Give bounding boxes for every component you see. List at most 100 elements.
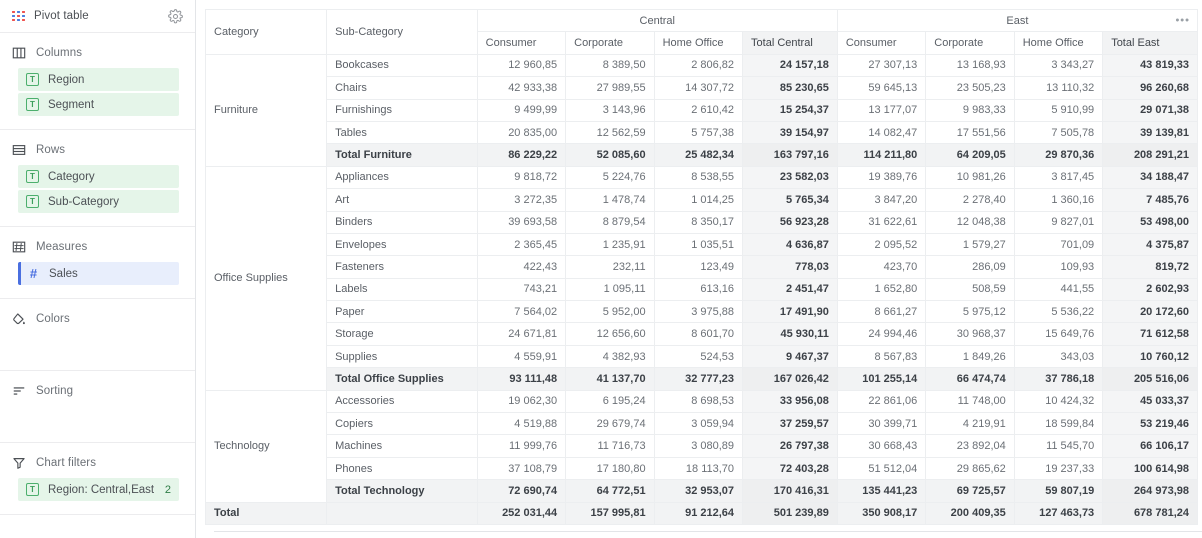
- row-subcategory[interactable]: Appliances: [326, 165, 478, 190]
- cell-value: 51 512,04: [836, 456, 927, 481]
- column-header-central-consumer[interactable]: Consumer: [476, 31, 567, 55]
- cell-value: 286,09: [925, 255, 1015, 279]
- cell-total-value: 7 485,76: [1102, 188, 1198, 212]
- cell-value: 59 807,19: [1013, 479, 1104, 503]
- group-header-central[interactable]: Central: [476, 8, 838, 33]
- table-row[interactable]: Chairs 42 933,38 27 989,55 14 307,72 85 …: [206, 76, 1198, 100]
- row-category-technology[interactable]: Technology: [204, 389, 328, 503]
- grand-total-label: Total: [204, 501, 328, 525]
- row-subcategory[interactable]: Labels: [326, 277, 478, 302]
- subtotal-row-office-supplies[interactable]: Total Office Supplies 93 111,48 41 137,7…: [206, 367, 1198, 391]
- row-subcategory[interactable]: Tables: [326, 120, 478, 145]
- cell-value: 157 995,81: [565, 501, 655, 525]
- table-row[interactable]: Fasteners 422,43 232,11 123,49 778,03 42…: [206, 255, 1198, 279]
- row-category-office-supplies[interactable]: Office Supplies: [204, 165, 328, 391]
- field-chip-sales[interactable]: # Sales: [18, 262, 179, 285]
- table-row[interactable]: Storage 24 671,81 12 656,60 8 601,70 45 …: [206, 322, 1198, 346]
- cell-total-value: 208 291,21: [1102, 143, 1198, 167]
- row-subcategory[interactable]: Paper: [326, 300, 478, 324]
- row-category-furniture[interactable]: Furniture: [204, 53, 328, 167]
- gear-icon[interactable]: [168, 8, 183, 24]
- cell-value: 6 195,24: [565, 389, 655, 414]
- column-header-east-home-office[interactable]: Home Office: [1013, 31, 1104, 55]
- field-chip-sub-category[interactable]: T Sub-Category: [18, 190, 179, 213]
- cell-total-value: 45 930,11: [742, 322, 838, 346]
- pivot-table-container[interactable]: Category Sub-Category Central East ••• C…: [196, 0, 1202, 538]
- row-subcategory[interactable]: Supplies: [326, 344, 478, 369]
- subtotal-row-technology[interactable]: Total Technology 72 690,74 64 772,51 32 …: [206, 479, 1198, 503]
- row-subcategory[interactable]: Machines: [326, 434, 478, 458]
- cell-value: 11 999,76: [476, 434, 567, 458]
- row-subtotal-label: Total Office Supplies: [326, 367, 478, 391]
- table-row[interactable]: Envelopes 2 365,45 1 235,91 1 035,51 4 6…: [206, 232, 1198, 257]
- row-subcategory[interactable]: Art: [326, 188, 478, 212]
- row-subcategory[interactable]: Storage: [326, 322, 478, 346]
- row-subcategory[interactable]: Envelopes: [326, 232, 478, 257]
- table-row[interactable]: Labels 743,21 1 095,11 613,16 2 451,47 1…: [206, 277, 1198, 302]
- cell-value: 14 082,47: [836, 120, 927, 145]
- cell-value: 64 209,05: [925, 143, 1015, 167]
- cell-value: 29 679,74: [565, 412, 655, 436]
- cell-value: 2 365,45: [476, 232, 567, 257]
- row-subcategory[interactable]: Furnishings: [326, 98, 478, 122]
- table-row[interactable]: Art 3 272,35 1 478,74 1 014,25 5 765,34 …: [206, 188, 1198, 212]
- column-header-total-central[interactable]: Total Central: [742, 31, 838, 55]
- row-subcategory[interactable]: Chairs: [326, 76, 478, 100]
- column-header-total-east[interactable]: Total East: [1102, 31, 1198, 55]
- table-row[interactable]: Technology Accessories 19 062,30 6 195,2…: [204, 389, 1198, 503]
- table-row[interactable]: Paper 7 564,02 5 952,00 3 975,88 17 491,…: [206, 300, 1198, 324]
- cell-total-value: 4 375,87: [1102, 232, 1198, 257]
- column-header-east-corporate[interactable]: Corporate: [925, 31, 1015, 55]
- column-header-central-home-office[interactable]: Home Office: [653, 31, 744, 55]
- row-subcategory[interactable]: Fasteners: [326, 255, 478, 279]
- cell-value: 8 601,70: [653, 322, 744, 346]
- filter-chip-region[interactable]: T Region: Central,East 2: [18, 478, 179, 501]
- cell-value: 93 111,48: [476, 367, 567, 391]
- cell-total-value: 100 614,98: [1102, 456, 1198, 481]
- table-row[interactable]: Office Supplies Appliances 9 818,72 5 22…: [204, 165, 1198, 391]
- sidebar-header: Pivot table: [0, 0, 195, 33]
- more-options-icon[interactable]: •••: [1175, 15, 1190, 26]
- row-subcategory[interactable]: Phones: [326, 456, 478, 481]
- column-header-category[interactable]: Category: [204, 9, 328, 55]
- table-row[interactable]: Binders 39 693,58 8 879,54 8 350,17 56 9…: [206, 210, 1198, 234]
- column-header-sub-category[interactable]: Sub-Category: [326, 9, 478, 55]
- section-header-columns: Columns: [0, 43, 195, 63]
- group-header-east[interactable]: East •••: [836, 8, 1199, 33]
- cell-value: 9 983,33: [925, 98, 1015, 122]
- cell-value: 8 698,53: [653, 389, 744, 414]
- field-chip-segment[interactable]: T Segment: [18, 93, 179, 116]
- cell-total-value: 205 516,06: [1102, 367, 1198, 391]
- cell-value: 123,49: [653, 255, 744, 279]
- table-row[interactable]: Supplies 4 559,91 4 382,93 524,53 9 467,…: [206, 344, 1198, 369]
- section-label-colors: Colors: [36, 313, 70, 325]
- field-chip-region[interactable]: T Region: [18, 68, 179, 91]
- table-row[interactable]: Furniture Bookcases 12 960,85 8 389,50 2…: [204, 53, 1198, 167]
- row-subcategory[interactable]: Accessories: [326, 389, 478, 414]
- field-chip-category[interactable]: T Category: [18, 165, 179, 188]
- pivot-table-app: Pivot table Columns T Region T Segment R…: [0, 0, 1202, 538]
- cell-total-value: 56 923,28: [742, 210, 838, 234]
- cell-value: 30 399,71: [836, 412, 927, 436]
- sidebar-section-rows: Rows T Category T Sub-Category: [0, 130, 195, 227]
- table-row[interactable]: Tables 20 835,00 12 562,59 5 757,38 39 1…: [206, 120, 1198, 145]
- grand-total-row[interactable]: Total 252 031,44 157 995,81 91 212,64 50…: [204, 501, 1198, 525]
- cell-value: 4 219,91: [925, 412, 1015, 436]
- subtotal-row-furniture[interactable]: Total Furniture 86 229,22 52 085,60 25 4…: [206, 143, 1198, 167]
- cell-total-value: 43 819,33: [1102, 53, 1198, 78]
- row-subcategory[interactable]: Binders: [326, 210, 478, 234]
- table-row[interactable]: Furnishings 9 499,99 3 143,96 2 610,42 1…: [206, 98, 1198, 122]
- table-row[interactable]: Phones 37 108,79 17 180,80 18 113,70 72 …: [206, 456, 1198, 481]
- column-header-east-consumer[interactable]: Consumer: [836, 31, 927, 55]
- row-subcategory[interactable]: Bookcases: [326, 53, 478, 78]
- table-row[interactable]: Copiers 4 519,88 29 679,74 3 059,94 37 2…: [206, 412, 1198, 436]
- table-row[interactable]: Machines 11 999,76 11 716,73 3 080,89 26…: [206, 434, 1198, 458]
- row-subcategory[interactable]: Copiers: [326, 412, 478, 436]
- cell-total-value: 4 636,87: [742, 232, 838, 257]
- section-header-measures: Measures: [0, 237, 195, 257]
- grand-total-sub: [326, 501, 478, 525]
- cell-value: 12 656,60: [565, 322, 655, 346]
- column-header-central-corporate[interactable]: Corporate: [565, 31, 655, 55]
- cell-value: 4 519,88: [476, 412, 567, 436]
- cell-value: 37 108,79: [476, 456, 567, 481]
